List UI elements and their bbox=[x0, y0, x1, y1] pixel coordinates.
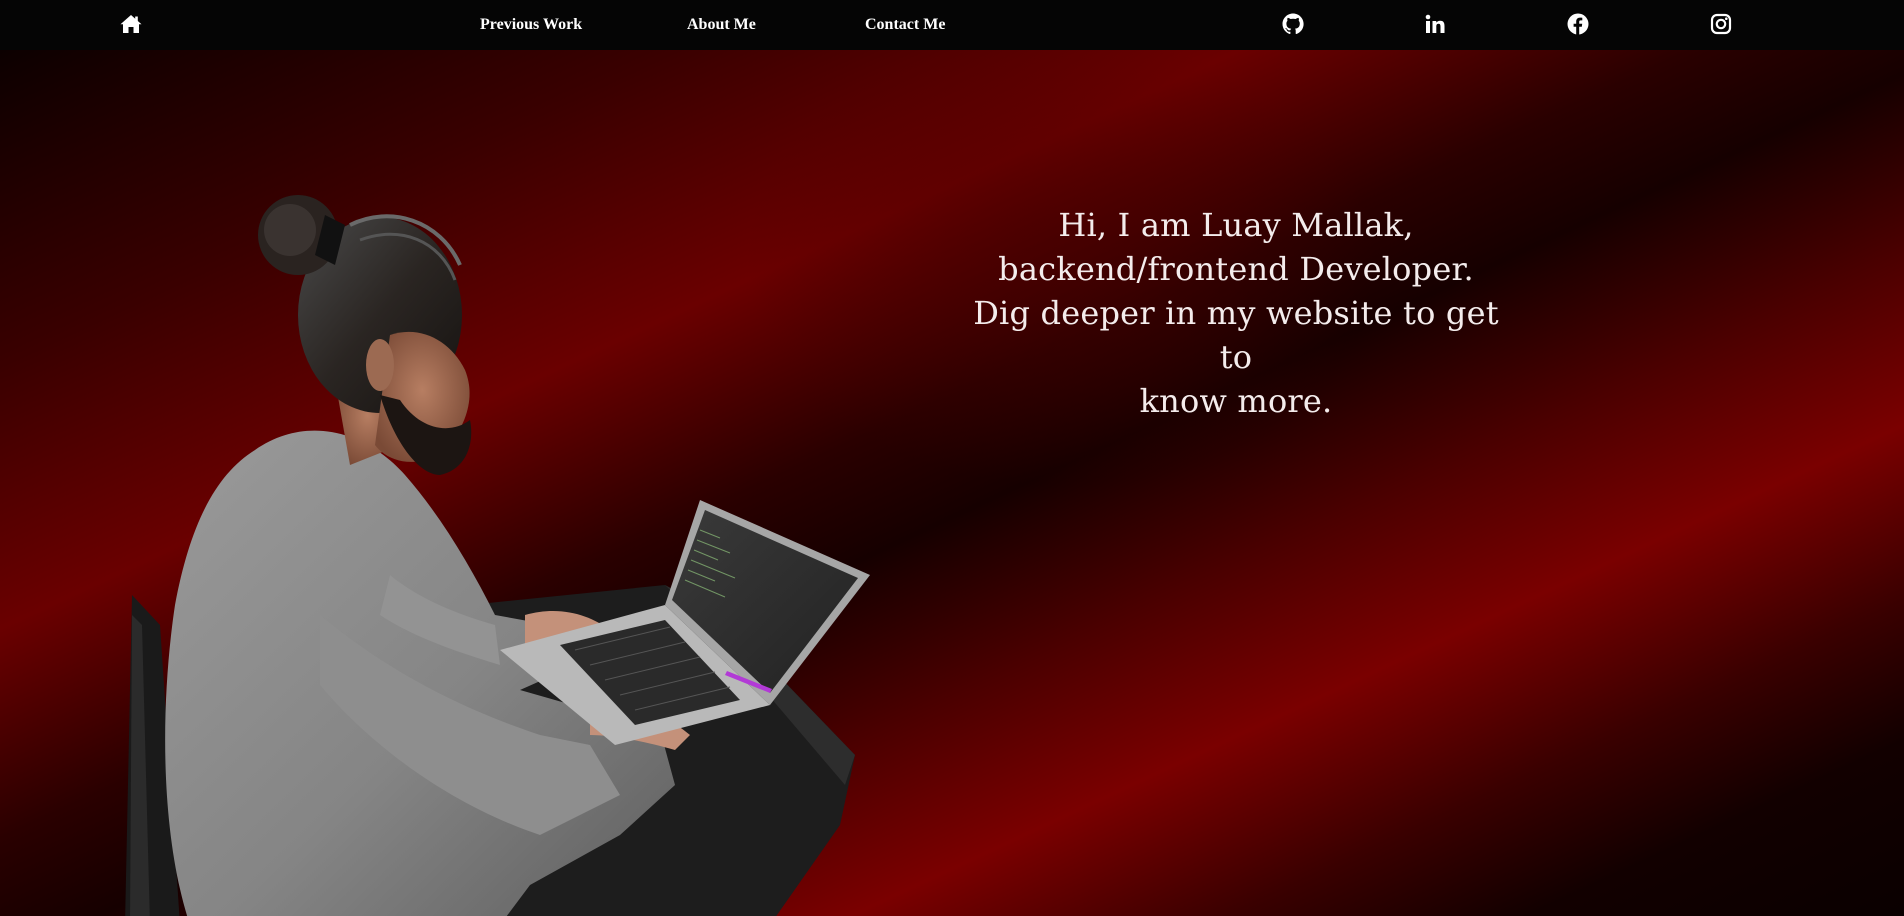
hero-intro-text: Hi, I am Luay Mallak, backend/frontend D… bbox=[960, 203, 1512, 423]
top-navbar: Previous Work About Me Contact Me bbox=[0, 0, 1904, 50]
hero-line-3: Dig deeper in my website to get to bbox=[973, 294, 1499, 376]
nav-link-previous-work[interactable]: Previous Work bbox=[480, 15, 582, 35]
developer-at-laptop-photo bbox=[125, 195, 870, 916]
hero-line-1: Hi, I am Luay Mallak, bbox=[1058, 206, 1414, 244]
github-icon[interactable] bbox=[1281, 12, 1305, 36]
facebook-icon[interactable] bbox=[1566, 12, 1590, 36]
instagram-icon[interactable] bbox=[1709, 12, 1733, 36]
nav-link-about-me[interactable]: About Me bbox=[687, 15, 756, 35]
hero-section: Hi, I am Luay Mallak, backend/frontend D… bbox=[0, 50, 1904, 916]
nav-link-contact-me[interactable]: Contact Me bbox=[865, 15, 945, 35]
home-icon[interactable] bbox=[119, 12, 143, 36]
linkedin-icon[interactable] bbox=[1423, 12, 1447, 36]
hero-line-4: know more. bbox=[1139, 382, 1333, 420]
hero-line-2: backend/frontend Developer. bbox=[998, 250, 1474, 288]
